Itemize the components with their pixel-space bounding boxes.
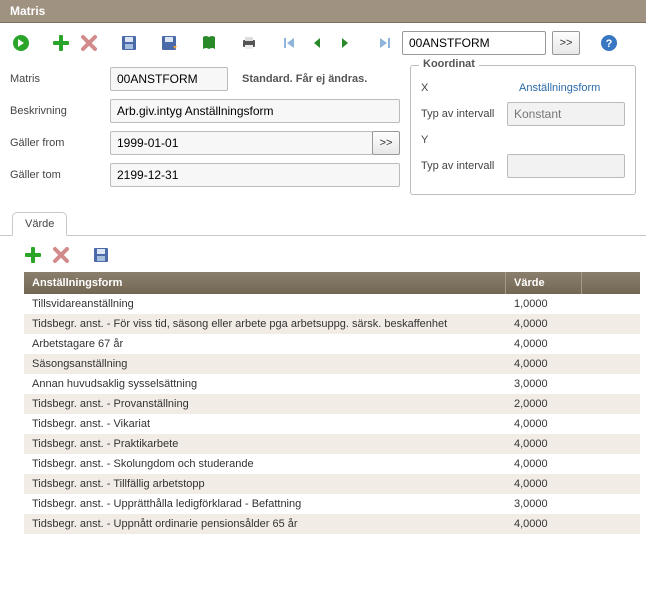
save-as-icon[interactable] [158,32,180,54]
main-toolbar: >> ? [0,23,646,61]
input-galler-from[interactable] [110,131,373,155]
cell-empty [582,414,640,434]
cell-value: 4,0000 [506,514,582,534]
cell-name: Tidsbegr. anst. - Tillfällig arbetstopp [24,474,506,494]
input-beskrivning[interactable] [110,99,400,123]
cell-name: Tidsbegr. anst. - Upprätthålla ledigförk… [24,494,506,514]
input-typ-x[interactable] [507,102,625,126]
table-row[interactable]: Säsongsanställning4,0000 [24,354,640,374]
cell-empty [582,434,640,454]
standard-text: Standard. Får ej ändras. [242,73,367,85]
cell-name: Tidsbegr. anst. - För viss tid, säsong e… [24,314,506,334]
nav-input[interactable] [402,31,546,55]
cell-name: Tidsbegr. anst. - Uppnått ordinarie pens… [24,514,506,534]
label-typ-x: Typ av intervall [421,108,507,120]
input-galler-tom[interactable] [110,163,400,187]
table-row[interactable]: Tidsbegr. anst. - Upprätthålla ledigförk… [24,494,640,514]
galler-from-go[interactable]: >> [372,131,400,155]
koordinat-box: Koordinat X Anställningsform Typ av inte… [410,65,636,195]
table-row[interactable]: Annan huvudsaklig sysselsättning3,0000 [24,374,640,394]
table-row[interactable]: Tillsvidareanställning1,0000 [24,294,640,314]
cell-name: Säsongsanställning [24,354,506,374]
cell-value: 3,0000 [506,374,582,394]
table-row[interactable]: Tidsbegr. anst. - Vikariat4,0000 [24,414,640,434]
table-row[interactable]: Tidsbegr. anst. - Provanställning2,0000 [24,394,640,414]
table-row[interactable]: Tidsbegr. anst. - Uppnått ordinarie pens… [24,514,640,534]
cell-empty [582,474,640,494]
cell-empty [582,514,640,534]
cell-empty [582,334,640,354]
cell-value: 4,0000 [506,414,582,434]
table-row[interactable]: Tidsbegr. anst. - För viss tid, säsong e… [24,314,640,334]
cell-empty [582,454,640,474]
cell-value: 4,0000 [506,314,582,334]
cell-value: 4,0000 [506,334,582,354]
table-row[interactable]: Tidsbegr. anst. - Tillfällig arbetstopp4… [24,474,640,494]
svg-text:?: ? [606,38,613,50]
table-row[interactable]: Arbetstagare 67 år4,0000 [24,334,640,354]
tabbar: Värde [0,195,646,235]
add-icon[interactable] [50,32,72,54]
input-matris[interactable] [110,67,228,91]
table-row[interactable]: Tidsbegr. anst. - Skolungdom och studera… [24,454,640,474]
grid-add-icon[interactable] [22,244,44,266]
cell-value: 2,0000 [506,394,582,414]
cell-empty [582,314,640,334]
label-beskrivning: Beskrivning [10,105,110,117]
grid-header-col1[interactable]: Anställningsform [24,272,506,294]
form-area: Matris Standard. Får ej ändras. Beskrivn… [0,61,646,195]
label-typ-y: Typ av intervall [421,160,507,172]
grid: Anställningsform Värde Tillsvidareanstäl… [24,272,640,534]
help-icon[interactable]: ? [598,32,620,54]
cell-empty [582,394,640,414]
cell-value: 1,0000 [506,294,582,314]
x-link[interactable]: Anställningsform [519,82,600,94]
cell-empty [582,294,640,314]
grid-save-icon[interactable] [90,244,112,266]
cell-empty [582,374,640,394]
cell-name: Tidsbegr. anst. - Vikariat [24,414,506,434]
first-icon[interactable] [278,32,300,54]
cell-name: Annan huvudsaklig sysselsättning [24,374,506,394]
cell-name: Tillsvidareanställning [24,294,506,314]
table-row[interactable]: Tidsbegr. anst. - Praktikarbete4,0000 [24,434,640,454]
print-icon[interactable] [238,32,260,54]
cell-value: 4,0000 [506,354,582,374]
cell-name: Arbetstagare 67 år [24,334,506,354]
save-icon[interactable] [118,32,140,54]
label-galler-from: Gäller from [10,137,110,149]
cell-empty [582,354,640,374]
grid-header: Anställningsform Värde [24,272,640,294]
delete-icon[interactable] [78,32,100,54]
label-matris: Matris [10,73,110,85]
prev-icon[interactable] [306,32,328,54]
label-galler-tom: Gäller tom [10,169,110,181]
reload-icon[interactable] [10,32,32,54]
cell-empty [582,494,640,514]
koordinat-legend: Koordinat [419,58,479,70]
last-icon[interactable] [374,32,396,54]
label-y: Y [421,134,519,146]
grid-delete-icon[interactable] [50,244,72,266]
tab-varde[interactable]: Värde [12,212,67,236]
grid-toolbar [0,236,646,272]
cell-value: 4,0000 [506,474,582,494]
window-title: Matris [0,0,646,23]
book-icon[interactable] [198,32,220,54]
next-icon[interactable] [334,32,356,54]
cell-value: 4,0000 [506,454,582,474]
grid-header-col2[interactable]: Värde [506,272,582,294]
label-x: X [421,82,519,94]
input-typ-y[interactable] [507,154,625,178]
cell-value: 3,0000 [506,494,582,514]
cell-name: Tidsbegr. anst. - Skolungdom och studera… [24,454,506,474]
cell-value: 4,0000 [506,434,582,454]
cell-name: Tidsbegr. anst. - Praktikarbete [24,434,506,454]
grid-header-col3 [582,272,640,294]
cell-name: Tidsbegr. anst. - Provanställning [24,394,506,414]
go-button[interactable]: >> [552,31,580,55]
